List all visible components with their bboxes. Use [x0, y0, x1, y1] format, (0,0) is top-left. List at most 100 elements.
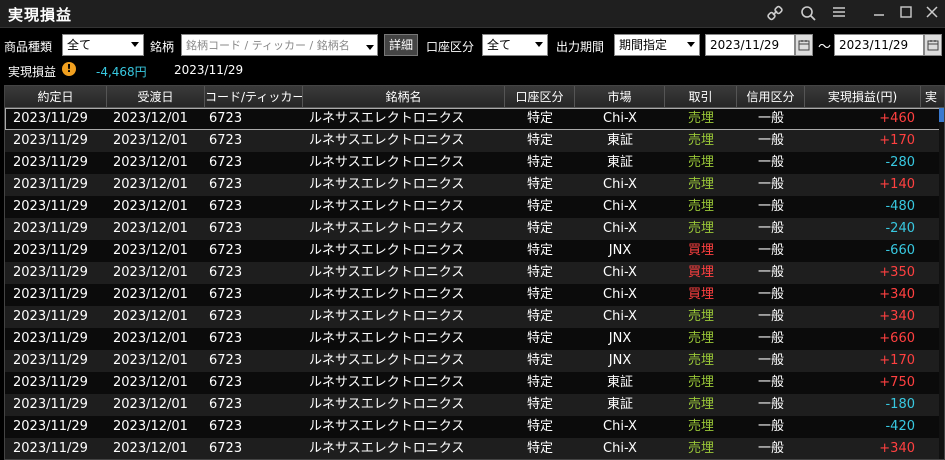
table-row[interactable]: 2023/11/29 2023/12/01 6723 ルネサスエレクトロニクス 特定 Ch… [5, 438, 941, 459]
settle-date-cell: 2023/12/01 [113, 397, 188, 412]
column-header-side[interactable]: 取引 [665, 86, 737, 108]
chevron-down-icon[interactable] [366, 45, 374, 50]
side-cell: 買埋 [687, 287, 714, 302]
symbol-search-input[interactable] [181, 34, 378, 56]
vertical-scrollbar[interactable] [939, 108, 944, 459]
code-cell: 6723 [209, 375, 243, 390]
account-cell: 特定 [526, 419, 553, 434]
symbol-name-cell: ルネサスエレクトロニクス [309, 177, 465, 192]
date-to-value: 2023/11/29 [839, 38, 909, 52]
column-header-name[interactable]: 銘柄名 [303, 86, 505, 108]
trade-date-cell: 2023/11/29 [13, 331, 88, 346]
maximize-icon[interactable] [895, 3, 917, 23]
side-cell: 売埋 [687, 419, 714, 434]
account-cell: 特定 [526, 133, 553, 148]
filter-bar: 商品種類 全て 銘柄 詳細 口座区分 全て 出力期間 期間指定 2023/11/… [0, 30, 945, 58]
market-cell: Chi-X [603, 199, 637, 214]
table-row[interactable]: 2023/11/29 2023/12/01 6723 ルネサスエレクトロニクス 特定 東証… [5, 130, 941, 152]
account-cell: 特定 [526, 375, 553, 390]
date-from-input[interactable]: 2023/11/29 [705, 34, 795, 56]
account-cell: 特定 [526, 331, 553, 346]
table-header: 約定日 受渡日 コード/ティッカー 銘柄名 口座区分 市場 取引 信用区分 実現… [5, 86, 944, 108]
table-row[interactable]: 2023/11/29 2023/12/01 6723 ルネサスエレクトロニクス 特定 東証… [5, 152, 941, 174]
trade-date-cell: 2023/11/29 [13, 111, 88, 126]
search-icon[interactable] [797, 3, 819, 23]
realized-pnl-label: 実現損益 [8, 65, 57, 79]
code-cell: 6723 [209, 441, 243, 456]
symbol-name-cell: ルネサスエレクトロニクス [309, 133, 465, 148]
market-cell: Chi-X [603, 111, 637, 126]
symbol-name-cell: ルネサスエレクトロニクス [309, 287, 465, 302]
column-header-settle-date[interactable]: 受渡日 [107, 86, 205, 108]
side-cell: 売埋 [687, 133, 714, 148]
minimize-icon[interactable] [868, 3, 890, 23]
pnl-cell: -420 [885, 419, 915, 434]
column-header-pnl[interactable]: 実現損益(円) [805, 86, 921, 108]
table-row[interactable]: 2023/11/29 2023/12/01 6723 ルネサスエレクトロニクス 特定 東証… [5, 372, 941, 394]
trade-date-cell: 2023/11/29 [13, 243, 88, 258]
symbol-name-cell: ルネサスエレクトロニクス [309, 331, 465, 346]
table-row[interactable]: 2023/11/29 2023/12/01 6723 ルネサスエレクトロニクス 特定 東証… [5, 394, 941, 416]
period-label: 出力期間 [556, 40, 605, 54]
column-header-margin[interactable]: 信用区分 [737, 86, 805, 108]
column-header-more[interactable]: 実 [921, 86, 944, 108]
calendar-icon[interactable] [924, 34, 942, 56]
scrollbar-thumb[interactable] [939, 108, 944, 122]
column-header-trade-date[interactable]: 約定日 [5, 86, 107, 108]
table-row[interactable]: 2023/11/29 2023/12/01 6723 ルネサスエレクトロニクス 特定 JN… [5, 240, 941, 262]
settle-date-cell: 2023/12/01 [113, 441, 188, 456]
table-row[interactable]: 2023/11/29 2023/12/01 6723 ルネサスエレクトロニクス 特定 Ch… [5, 174, 941, 196]
market-cell: Chi-X [603, 287, 637, 302]
table-row[interactable]: 2023/11/29 2023/12/01 6723 ルネサスエレクトロニクス 特定 JN… [5, 350, 941, 372]
pnl-cell: +660 [879, 331, 915, 346]
code-cell: 6723 [209, 353, 243, 368]
account-cell: 特定 [526, 155, 553, 170]
table-row[interactable]: 2023/11/29 2023/12/01 6723 ルネサスエレクトロニクス 特定 Ch… [5, 262, 941, 284]
table-row[interactable]: 2023/11/29 2023/12/01 6723 ルネサスエレクトロニクス 特定 Ch… [5, 218, 941, 240]
margin-cell: 一般 [757, 375, 784, 390]
symbol-name-cell: ルネサスエレクトロニクス [309, 265, 465, 280]
pnl-cell: +750 [879, 375, 915, 390]
margin-cell: 一般 [757, 199, 784, 214]
column-header-code[interactable]: コード/ティッカー [205, 86, 303, 108]
pnl-cell: +340 [879, 287, 915, 302]
calendar-icon[interactable] [795, 34, 813, 56]
column-header-account[interactable]: 口座区分 [505, 86, 575, 108]
close-icon[interactable] [921, 3, 943, 23]
settle-date-cell: 2023/12/01 [113, 309, 188, 324]
menu-icon[interactable] [828, 3, 850, 23]
market-cell: JNX [608, 243, 632, 258]
market-cell: 東証 [606, 375, 633, 390]
code-cell: 6723 [209, 331, 243, 346]
settle-date-cell: 2023/12/01 [113, 265, 188, 280]
margin-cell: 一般 [757, 397, 784, 412]
table-row[interactable]: 2023/11/29 2023/12/01 6723 ルネサスエレクトロニクス 特定 Ch… [5, 306, 941, 328]
side-cell: 売埋 [687, 177, 714, 192]
trade-date-cell: 2023/11/29 [13, 221, 88, 236]
table-row[interactable]: 2023/11/29 2023/12/01 6723 ルネサスエレクトロニクス 特定 Ch… [5, 196, 941, 218]
account-cell: 特定 [526, 243, 553, 258]
account-cell: 特定 [526, 221, 553, 236]
code-cell: 6723 [209, 199, 243, 214]
market-cell: Chi-X [603, 309, 637, 324]
link-icon[interactable] [764, 3, 786, 23]
date-to-input[interactable]: 2023/11/29 [834, 34, 924, 56]
column-header-market[interactable]: 市場 [575, 86, 665, 108]
table-row[interactable]: 2023/11/29 2023/12/01 6723 ルネサスエレクトロニクス 特定 Ch… [5, 108, 941, 130]
product-type-select[interactable]: 全て [62, 34, 144, 56]
account-cell: 特定 [526, 397, 553, 412]
table-row[interactable]: 2023/11/29 2023/12/01 6723 ルネサスエレクトロニクス 特定 JN… [5, 328, 941, 350]
table-row[interactable]: 2023/11/29 2023/12/01 6723 ルネサスエレクトロニクス 特定 Ch… [5, 284, 941, 306]
account-select[interactable]: 全て [482, 34, 548, 56]
trade-date-cell: 2023/11/29 [13, 199, 88, 214]
side-cell: 買埋 [687, 265, 714, 280]
market-cell: Chi-X [603, 419, 637, 434]
side-cell: 売埋 [687, 199, 714, 214]
period-select[interactable]: 期間指定 [614, 34, 700, 56]
code-cell: 6723 [209, 221, 243, 236]
detail-button[interactable]: 詳細 [384, 34, 418, 56]
table-row[interactable]: 2023/11/29 2023/12/01 6723 ルネサスエレクトロニクス 特定 Ch… [5, 416, 941, 438]
symbol-name-cell: ルネサスエレクトロニクス [309, 397, 465, 412]
warning-icon[interactable]: ! [62, 62, 76, 76]
margin-cell: 一般 [757, 177, 784, 192]
